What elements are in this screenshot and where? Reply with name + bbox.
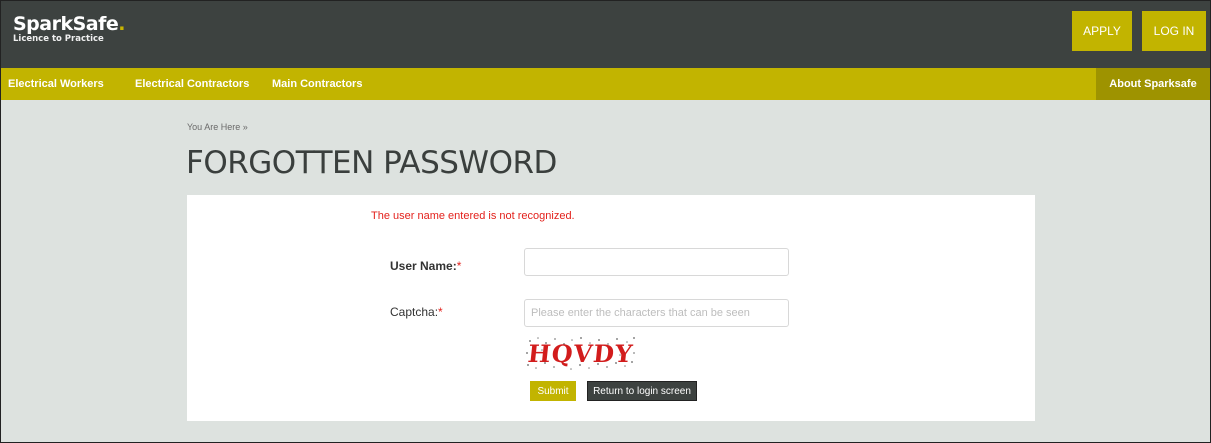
captcha-input[interactable] <box>524 299 789 327</box>
main-nav: Electrical Workers Electrical Contractor… <box>1 68 1210 100</box>
captcha-text: HQVDY <box>527 339 635 368</box>
captcha-label: Captcha:* <box>390 305 443 319</box>
username-input[interactable] <box>524 248 789 276</box>
username-label: User Name:* <box>390 259 462 273</box>
nav-item-electrical-contractors[interactable]: Electrical Contractors <box>135 68 249 100</box>
error-message: The user name entered is not recognized. <box>371 210 575 222</box>
nav-item-main-contractors[interactable]: Main Contractors <box>272 68 362 100</box>
page-title: FORGOTTEN PASSWORD <box>186 145 557 181</box>
required-marker: * <box>456 259 462 273</box>
breadcrumb: You Are Here » <box>187 122 248 132</box>
submit-button[interactable]: Submit <box>530 381 576 401</box>
page-frame: SparkSafe. Licence to Practice APPLY LOG… <box>0 0 1211 443</box>
captcha-image: HQVDY <box>526 337 635 370</box>
return-to-login-button[interactable]: Return to login screen <box>587 381 697 401</box>
nav-item-electrical-workers[interactable]: Electrical Workers <box>8 68 104 100</box>
apply-button[interactable]: APPLY <box>1072 11 1132 51</box>
required-marker: * <box>438 305 443 319</box>
login-button[interactable]: LOG IN <box>1142 11 1206 51</box>
logo-tagline: Licence to Practice <box>13 34 104 44</box>
top-header: SparkSafe. Licence to Practice APPLY LOG… <box>1 1 1210 68</box>
nav-item-about-sparksafe[interactable]: About Sparksafe <box>1096 68 1210 100</box>
logo-wordmark: SparkSafe. <box>13 13 125 35</box>
sparksafe-logo[interactable]: SparkSafe. Licence to Practice <box>13 14 125 45</box>
